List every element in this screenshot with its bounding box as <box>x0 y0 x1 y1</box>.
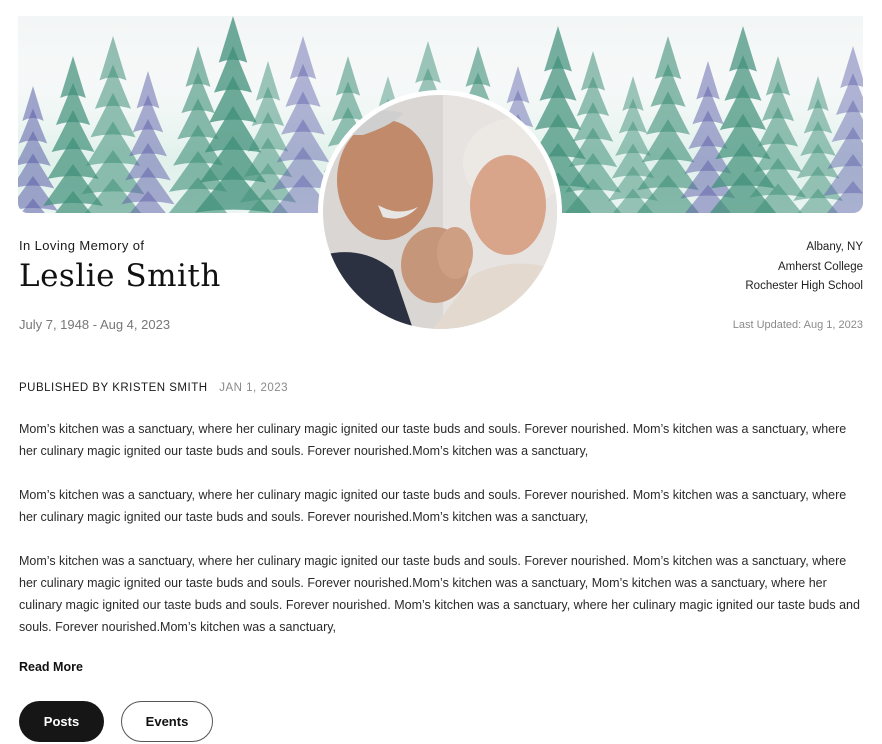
info-location: Albany, NY <box>806 241 863 253</box>
info-list: Albany, NY Amherst College Rochester Hig… <box>745 238 863 297</box>
post-body: Mom’s kitchen was a sanctuary, where her… <box>19 418 867 660</box>
tab-posts[interactable]: Posts <box>19 701 104 742</box>
post-paragraph: Mom’s kitchen was a sanctuary, where her… <box>19 488 847 524</box>
portrait-photo <box>323 95 557 329</box>
published-date: JAN 1, 2023 <box>219 382 289 394</box>
last-updated: Last Updated: Aug 1, 2023 <box>732 319 863 331</box>
life-dates: July 7, 1948 - Aug 4, 2023 <box>19 317 171 332</box>
memorial-label: In Loving Memory of <box>19 238 145 253</box>
post-paragraph: Mom’s kitchen was a sanctuary, where her… <box>19 422 847 458</box>
published-by: PUBLISHED BY KRISTEN SMITH <box>19 382 208 394</box>
info-high-school: Rochester High School <box>745 280 863 292</box>
info-college: Amherst College <box>777 260 863 273</box>
read-more-link[interactable]: Read More <box>19 660 83 674</box>
post-meta: PUBLISHED BY KRISTEN SMITH JAN 1, 2023 <box>19 382 288 394</box>
deceased-name: Leslie Smith <box>19 258 221 294</box>
post-paragraph: Mom’s kitchen was a sanctuary, where her… <box>19 554 860 634</box>
tab-events[interactable]: Events <box>121 701 213 742</box>
